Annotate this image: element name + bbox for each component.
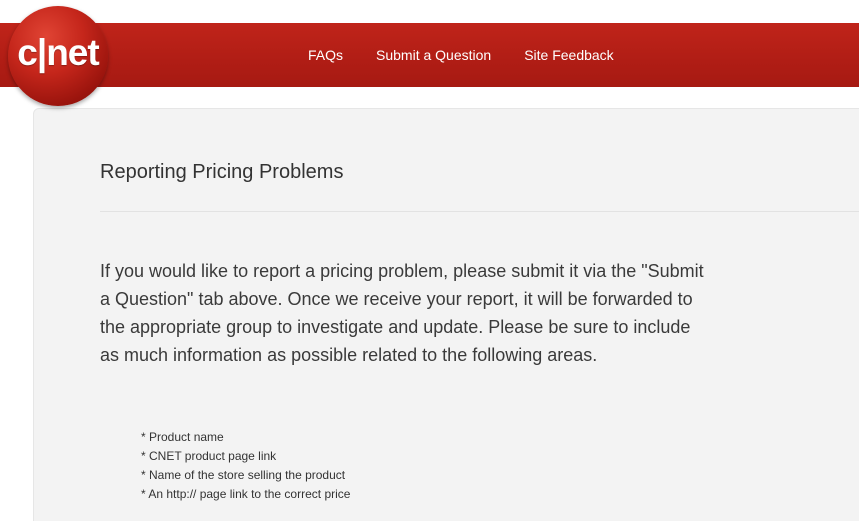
intro-paragraph: If you would like to report a pricing pr… xyxy=(100,257,859,369)
intro-line: the appropriate group to investigate and… xyxy=(100,317,691,337)
nav-submit-question-link[interactable]: Submit a Question xyxy=(376,47,491,63)
logo-text: c|net xyxy=(17,32,99,73)
intro-line: a Question" tab above. Once we receive y… xyxy=(100,289,693,309)
intro-line: If you would like to report a pricing pr… xyxy=(100,261,704,281)
cnet-logo[interactable]: c|net xyxy=(8,6,108,106)
title-divider xyxy=(100,211,859,212)
required-info-list: * Product name * CNET product page link … xyxy=(141,428,350,504)
list-item: * An http:// page link to the correct pr… xyxy=(141,487,351,501)
page: c|net FAQs Submit a Question Site Feedba… xyxy=(0,0,859,521)
list-item: * Name of the store selling the product xyxy=(141,468,346,482)
list-item: * CNET product page link xyxy=(141,449,277,463)
list-item: * Product name xyxy=(141,430,224,444)
main-nav: FAQs Submit a Question Site Feedback xyxy=(308,23,647,87)
nav-faqs-link[interactable]: FAQs xyxy=(308,47,343,63)
intro-line: as much information as possible related … xyxy=(100,345,598,365)
nav-site-feedback-link[interactable]: Site Feedback xyxy=(524,47,614,63)
page-title: Reporting Pricing Problems xyxy=(100,161,344,183)
